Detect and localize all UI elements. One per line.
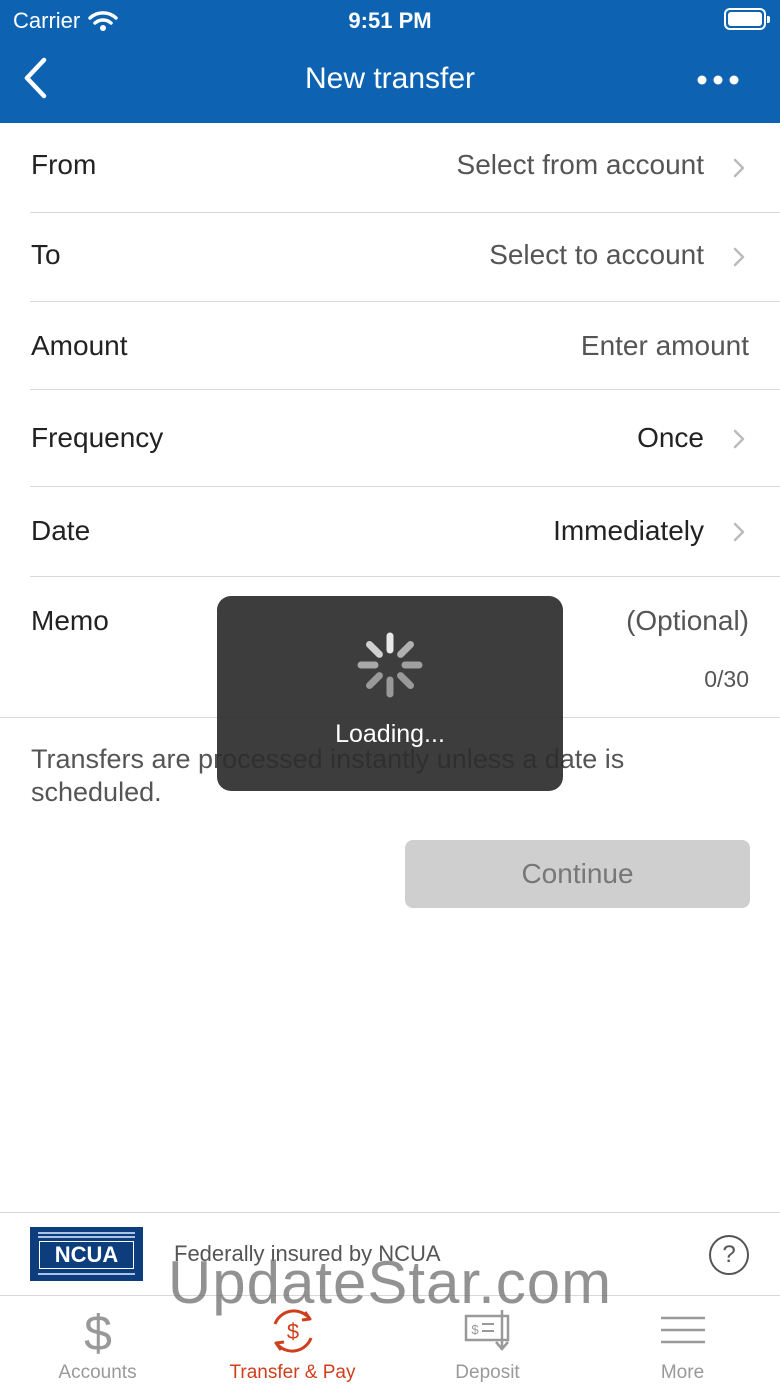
question-icon: ?: [722, 1241, 736, 1268]
continue-button[interactable]: Continue: [405, 840, 750, 908]
more-options-button[interactable]: [696, 66, 740, 94]
chevron-right-icon: [733, 158, 745, 178]
date-value: Immediately: [553, 515, 704, 546]
tab-label: Deposit: [455, 1362, 520, 1383]
chevron-right-icon: [733, 429, 745, 449]
ncua-logo-text: NCUA: [39, 1241, 134, 1269]
memo-label: Memo: [31, 605, 109, 636]
loading-label: Loading...: [335, 720, 445, 748]
tab-label: More: [660, 1362, 705, 1383]
loading-spinner-icon: [357, 632, 423, 698]
amount-row: Amount Enter amount: [0, 302, 780, 389]
transfer-pay-icon: $: [273, 1309, 312, 1353]
frequency-row[interactable]: Frequency Once: [0, 390, 780, 486]
ncua-insurance-bar: NCUA Federally insured by NCUA ?: [0, 1212, 780, 1295]
tab-label: Transfer & Pay: [229, 1362, 356, 1383]
memo-input[interactable]: (Optional): [626, 605, 749, 637]
logo-fine-print: [38, 1236, 135, 1238]
tab-label: Accounts: [58, 1362, 137, 1383]
to-account-row[interactable]: To Select to account: [0, 213, 780, 301]
status-bar: Carrier 9:51 PM: [0, 0, 780, 40]
tab-more[interactable]: More: [585, 1296, 780, 1387]
to-account-value: Select to account: [489, 239, 704, 270]
loading-overlay: Loading...: [217, 596, 563, 791]
ncua-logo: NCUA: [30, 1227, 143, 1281]
bottom-tab-bar: $ Accounts $ Transfer & Pay $ Deposit Mo…: [0, 1295, 780, 1387]
logo-fine-print: [38, 1273, 135, 1275]
svg-text:$: $: [84, 1306, 112, 1356]
to-label: To: [31, 239, 61, 270]
memo-char-counter: 0/30: [704, 666, 749, 692]
hamburger-icon: [660, 1316, 705, 1344]
page-title: New transfer: [304, 62, 476, 95]
tab-deposit[interactable]: $ Deposit: [390, 1296, 585, 1387]
from-label: From: [31, 149, 97, 180]
svg-text:$: $: [471, 1322, 479, 1337]
date-row[interactable]: Date Immediately: [0, 487, 780, 576]
frequency-value: Once: [637, 422, 704, 453]
frequency-label: Frequency: [31, 422, 164, 453]
tab-accounts[interactable]: $ Accounts: [0, 1296, 195, 1387]
amount-input[interactable]: Enter amount: [581, 330, 749, 362]
date-label: Date: [31, 515, 91, 546]
dollar-icon: $: [84, 1306, 112, 1356]
help-button[interactable]: ?: [709, 1235, 749, 1275]
from-account-row[interactable]: From Select from account: [0, 123, 780, 213]
chevron-right-icon: [733, 522, 745, 542]
amount-label: Amount: [31, 330, 128, 361]
deposit-check-icon: $: [464, 1310, 509, 1351]
app-header: Carrier 9:51 PM New transfer: [0, 0, 780, 123]
status-time: 9:51 PM: [348, 8, 432, 33]
svg-text:$: $: [286, 1319, 298, 1344]
from-account-value: Select from account: [456, 149, 704, 180]
tab-transfer-pay[interactable]: $ Transfer & Pay: [195, 1296, 390, 1387]
battery-icon: [724, 8, 770, 30]
logo-fine-print: [38, 1232, 135, 1234]
chevron-right-icon: [733, 247, 745, 267]
ncua-insured-text: Federally insured by NCUA: [174, 1241, 441, 1266]
ellipsis-icon: [697, 75, 739, 85]
